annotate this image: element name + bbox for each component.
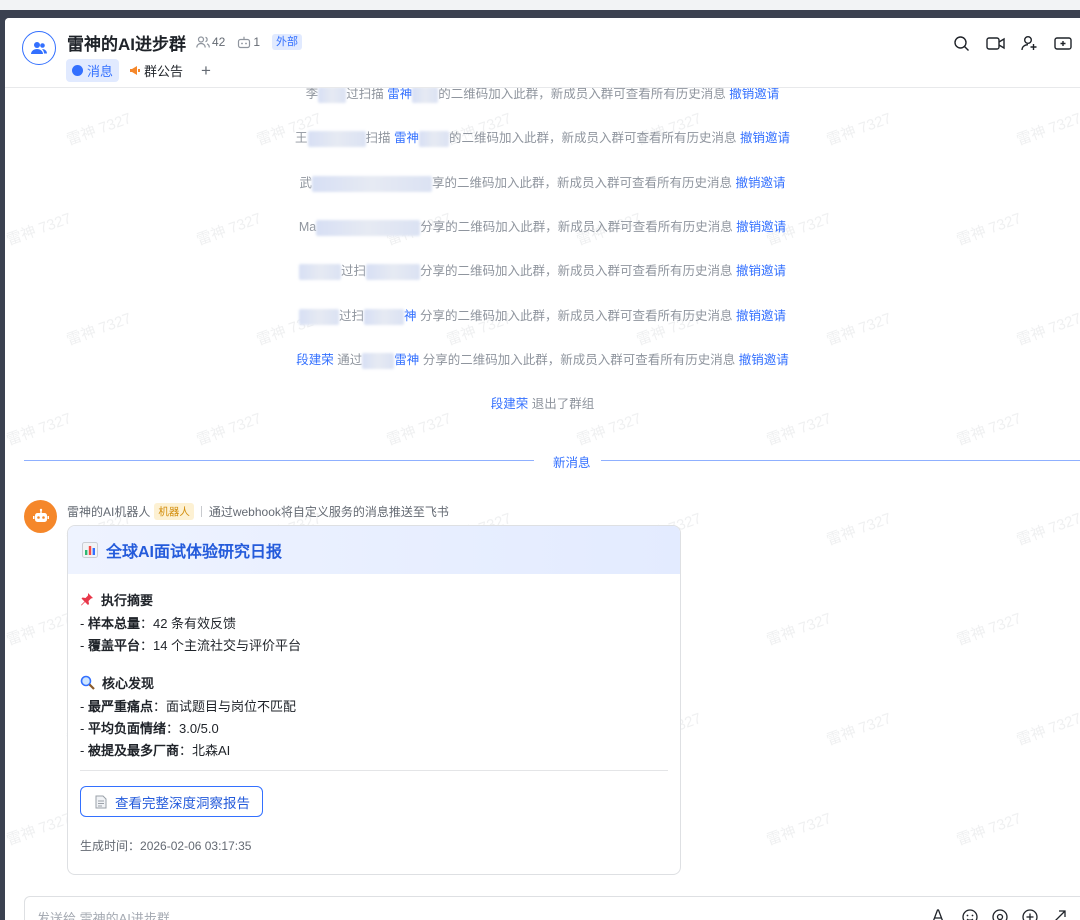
- new-messages-divider: 新消息: [24, 452, 1080, 471]
- watermark-text: 雷神 7327: [194, 409, 264, 449]
- more-actions-icon[interactable]: [1046, 32, 1080, 54]
- chat-tabs: 消息 群公告 +: [66, 59, 211, 82]
- revoke-invite-link[interactable]: 撤销邀请: [740, 131, 790, 145]
- system-message: 过扫神 分享的二维码加入此群，新成员入群可查看所有历史消息 撤销邀请: [5, 307, 1080, 325]
- list-item: - 平均负面情绪：3.0/5.0: [80, 721, 219, 736]
- add-member-icon[interactable]: [1012, 32, 1046, 54]
- system-message: 李过扫描 雷神 的二维码加入此群，新成员入群可查看所有历史消息 撤销邀请: [305, 88, 780, 103]
- bar-chart-icon: [82, 542, 98, 558]
- section-heading: 执行摘要: [80, 590, 668, 608]
- sender-via: 通过webhook将自定义服务的消息推送至飞书: [208, 505, 449, 519]
- members-icon: [196, 36, 210, 48]
- expand-icon[interactable]: [1045, 909, 1075, 920]
- generated-time: 生成时间：2026-02-06 03:17:35: [80, 839, 252, 853]
- revoke-invite-link[interactable]: 撤销邀请: [739, 353, 789, 367]
- revoke-invite-link[interactable]: 撤销邀请: [736, 220, 786, 234]
- robot-icon: [32, 508, 49, 522]
- bot-tag: 机器人: [154, 503, 194, 520]
- megaphone-icon: [130, 66, 141, 75]
- system-message: 过扫 分享的二维码加入此群，新成员入群可查看所有历史消息 撤销邀请: [5, 262, 1080, 280]
- magnifier-icon: [80, 675, 95, 690]
- list-item: - 被提及最多厂商：北森AI: [80, 743, 231, 758]
- message-icon: [72, 65, 83, 76]
- pushpin-icon: [81, 593, 93, 606]
- chat-header: 雷神的AI进步群 42 1 外部 消息 群公告 +: [5, 18, 1080, 88]
- watermark-text: 雷神 7327: [824, 509, 894, 549]
- leave-message: 段建荣 退出了群组: [490, 397, 595, 411]
- tab-messages[interactable]: 消息: [66, 59, 120, 82]
- mention-icon[interactable]: [985, 909, 1015, 920]
- sender-name[interactable]: 雷神的AI机器人: [67, 503, 150, 520]
- watermark-text: 雷神 7327: [954, 609, 1024, 649]
- chat-window: 雷神的AI进步群 42 1 外部 消息 群公告 + 雷神 7327 雷神 732…: [5, 18, 1080, 920]
- watermark-text: 雷神 7327: [764, 609, 834, 649]
- view-report-button[interactable]: 查看完整深度洞察报告: [80, 786, 263, 817]
- system-message: 王扫描 雷神 的二维码加入此群，新成员入群可查看所有历史消息 撤销邀请: [294, 130, 790, 147]
- watermark-text: 雷神 7327: [764, 409, 834, 449]
- list-item: - 样本总量：42 条有效反馈: [80, 616, 237, 631]
- watermark-text: 雷神 7327: [574, 409, 644, 449]
- bot-count: 1: [253, 35, 261, 49]
- system-message: Ma 分享的二维码加入此群，新成员入群可查看所有历史消息 撤销邀请: [298, 219, 787, 236]
- group-avatar[interactable]: [22, 31, 56, 65]
- section-heading: 核心发现: [80, 673, 668, 691]
- system-message: 段建荣 通过 雷神 分享的二维码加入此群，新成员入群可查看所有历史消息 撤销邀请: [296, 352, 789, 369]
- search-icon[interactable]: [944, 32, 978, 54]
- composer-tools: [925, 909, 1075, 920]
- external-badge: 外部: [272, 34, 303, 50]
- emoji-icon[interactable]: [955, 909, 985, 920]
- list-item: - 最严重痛点：面试题目与岗位不匹配: [80, 699, 296, 714]
- member-count[interactable]: 42 1: [196, 35, 260, 49]
- revoke-invite-link[interactable]: 撤销邀请: [736, 309, 786, 323]
- add-attachment-icon[interactable]: [1015, 909, 1045, 920]
- message-meta: 雷神的AI机器人 机器人 通过webhook将自定义服务的消息推送至飞书: [67, 503, 449, 520]
- video-call-icon[interactable]: [978, 32, 1012, 54]
- system-message: 武享的二维码加入此群，新成员入群可查看所有历史消息 撤销邀请: [299, 175, 786, 192]
- watermark-text: 雷神 7327: [954, 809, 1024, 849]
- watermark-text: 雷神 7327: [5, 409, 74, 449]
- bot-avatar[interactable]: [24, 500, 57, 533]
- message-input[interactable]: [37, 911, 637, 920]
- text-format-icon[interactable]: [925, 909, 955, 920]
- watermark-text: 雷神 7327: [5, 609, 74, 649]
- tab-announcement[interactable]: 群公告: [123, 59, 189, 82]
- message-list[interactable]: 雷神 7327 雷神 7327 雷神 7327 雷神 7327 雷神 7327 雷神 73…: [5, 88, 1080, 896]
- header-actions: [944, 32, 1080, 54]
- revoke-invite-link[interactable]: 撤销邀请: [729, 88, 779, 101]
- revoke-invite-link[interactable]: 撤销邀请: [736, 264, 786, 278]
- watermark-text: 雷神 7327: [764, 809, 834, 849]
- watermark-text: 雷神 7327: [1014, 709, 1080, 749]
- card-header: 全球AI面试体验研究日报: [68, 526, 680, 574]
- watermark-text: 雷神 7327: [5, 809, 74, 849]
- member-name-link[interactable]: 段建荣: [491, 397, 529, 411]
- group-icon: [31, 42, 47, 54]
- watermark-text: 雷神 7327: [1014, 509, 1080, 549]
- list-item: - 覆盖平台：14 个主流社交与评价平台: [80, 638, 302, 653]
- card-title: 全球AI面试体验研究日报: [106, 544, 283, 561]
- bot-icon: [238, 36, 251, 48]
- report-card: 全球AI面试体验研究日报 执行摘要 - 样本总量：42 条有效反馈 - 覆盖平台…: [67, 525, 681, 875]
- group-title[interactable]: 雷神的AI进步群: [67, 30, 186, 55]
- revoke-invite-link[interactable]: 撤销邀请: [735, 176, 785, 190]
- watermark-text: 雷神 7327: [824, 709, 894, 749]
- watermark-text: 雷神 7327: [954, 409, 1024, 449]
- watermark-text: 雷神 7327: [384, 409, 454, 449]
- add-tab-button[interactable]: +: [201, 59, 211, 82]
- message-composer: [24, 896, 1080, 920]
- document-icon: [95, 795, 107, 808]
